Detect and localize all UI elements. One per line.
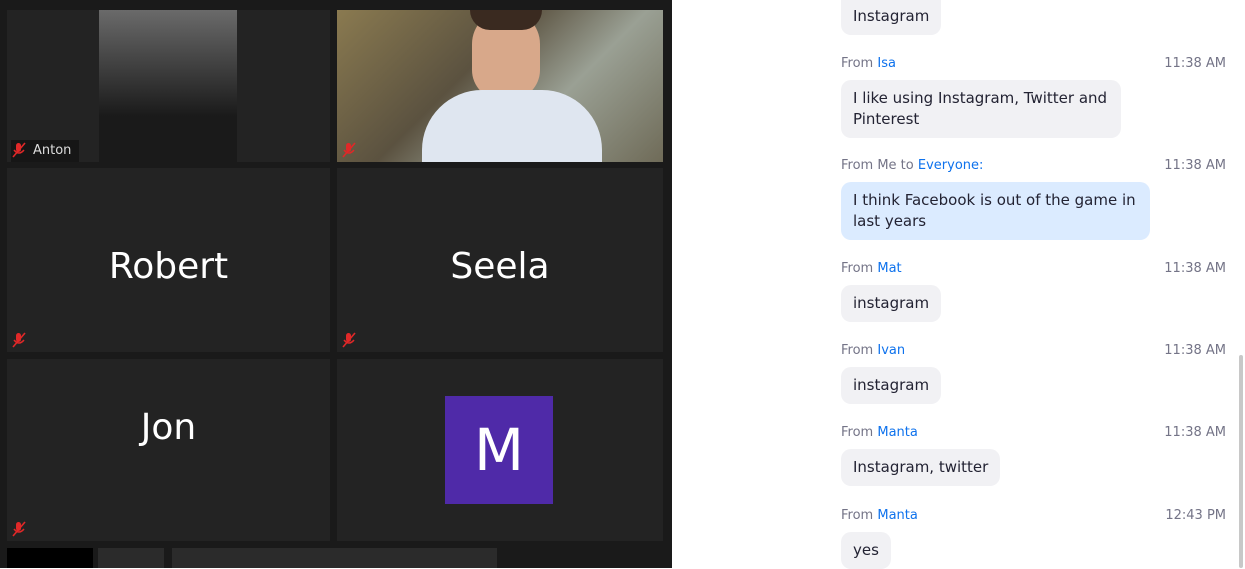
recipient-name[interactable]: Everyone: <box>918 158 984 173</box>
chat-message-header: From Manta 11:38 AM <box>841 425 1226 440</box>
participant-video <box>99 10 237 162</box>
mic-muted-icon <box>342 332 356 348</box>
video-gallery: Anton Robert Seela Jon M <box>0 0 672 568</box>
mic-muted-icon <box>12 332 26 348</box>
chat-message: I like using Instagram, Twitter and Pint… <box>841 80 1121 138</box>
chat-message: Instagram <box>841 0 942 35</box>
video-tile-m[interactable]: M <box>337 359 663 541</box>
video-tile-jon[interactable]: Jon <box>7 359 330 541</box>
video-tile-camera[interactable] <box>337 10 663 162</box>
participant-name: Robert <box>108 246 229 287</box>
video-tile-seela[interactable]: Seela <box>337 168 663 352</box>
chat-scrollbar[interactable] <box>1239 355 1243 568</box>
chat-message: instagram <box>841 367 942 404</box>
chat-panel: Instagram From Isa 11:38 AM I like using… <box>822 0 1245 569</box>
thumbnail[interactable] <box>172 548 497 568</box>
sender-name[interactable]: Isa <box>877 56 896 71</box>
participant-name: Seela <box>450 246 550 287</box>
thumbnail[interactable] <box>98 548 164 568</box>
chat-message-header: From Mat 11:38 AM <box>841 261 1226 276</box>
participant-name: Jon <box>140 407 197 448</box>
thumbnail-strip <box>7 548 663 568</box>
mic-muted-icon <box>342 142 356 158</box>
avatar: M <box>445 396 553 504</box>
sender-name[interactable]: Manta <box>877 508 918 523</box>
message-time: 11:38 AM <box>1164 261 1226 276</box>
sender-name[interactable]: Mat <box>877 261 901 276</box>
chat-message-header: From Me to Everyone: 11:38 AM <box>841 158 1226 173</box>
message-time: 11:38 AM <box>1164 343 1226 358</box>
sender-name[interactable]: Ivan <box>877 343 905 358</box>
video-tile-robert[interactable]: Robert <box>7 168 330 352</box>
chat-message: Instagram, twitter <box>841 449 1001 486</box>
message-time: 11:38 AM <box>1164 56 1226 71</box>
mic-muted-icon <box>12 521 26 537</box>
chat-message-header: From Ivan 11:38 AM <box>841 343 1226 358</box>
participant-video <box>422 10 602 162</box>
sender-name[interactable]: Manta <box>877 425 918 440</box>
message-time: 12:43 PM <box>1165 508 1226 523</box>
mic-muted-icon <box>12 142 26 158</box>
chat-message: yes <box>841 532 891 569</box>
message-time: 11:38 AM <box>1164 425 1226 440</box>
chat-message-header: From Isa 11:38 AM <box>841 56 1226 71</box>
video-tile-anton[interactable]: Anton <box>7 10 330 162</box>
chat-message: I think Facebook is out of the game in l… <box>841 182 1150 240</box>
thumbnail[interactable] <box>7 548 93 568</box>
message-time: 11:38 AM <box>1164 158 1226 173</box>
chat-message: instagram <box>841 285 942 322</box>
chat-message-header: From Manta 12:43 PM <box>841 508 1226 523</box>
gap <box>672 0 822 568</box>
